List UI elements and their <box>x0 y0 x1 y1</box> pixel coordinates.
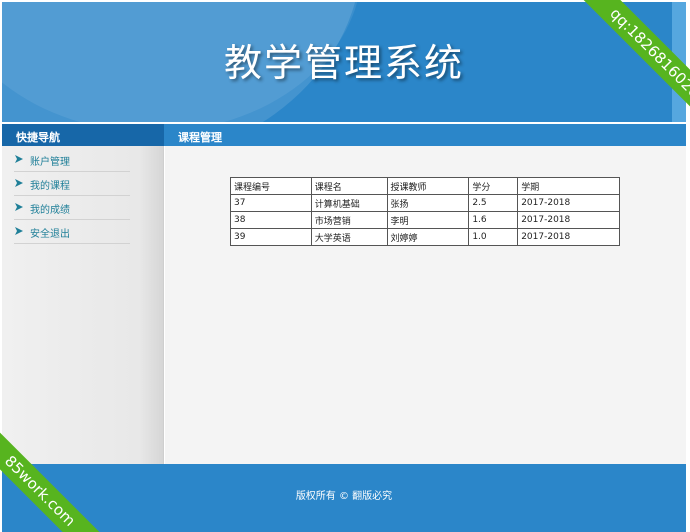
table-cell: 大学英语 <box>310 228 388 246</box>
main-content: 课程编号 课程名 授课教师 学分 学期 37 计算机基础 张扬 2.5 2017… <box>165 146 686 464</box>
site-title: 教学管理系统 <box>223 41 464 85</box>
table-cell: 计算机基础 <box>310 194 388 212</box>
header-banner: 教学管理系统 <box>2 2 686 122</box>
arrow-right-icon <box>15 203 23 211</box>
table-row: 37 计算机基础 张扬 2.5 2017-2018 <box>230 194 620 212</box>
arrow-right-icon <box>15 155 23 163</box>
table-header-row: 课程编号 课程名 授课教师 学分 学期 <box>230 177 620 195</box>
sidebar-item-logout[interactable]: 安全退出 <box>14 220 130 244</box>
column-header: 学分 <box>468 177 519 195</box>
table-cell: 刘婷婷 <box>386 228 470 246</box>
sidebar-item-my-courses[interactable]: 我的课程 <box>14 172 130 196</box>
table-cell: 1.6 <box>468 211 519 229</box>
table-row: 39 大学英语 刘婷婷 1.0 2017-2018 <box>230 228 620 246</box>
table-cell: 38 <box>230 211 312 229</box>
course-table: 课程编号 课程名 授课教师 学分 学期 37 计算机基础 张扬 2.5 2017… <box>230 177 620 246</box>
nav-bar: 快捷导航 课程管理 <box>2 124 686 146</box>
table-cell: 市场营销 <box>310 211 388 229</box>
sidebar-item-my-grades[interactable]: 我的成绩 <box>14 196 130 220</box>
table-cell: 张扬 <box>386 194 470 212</box>
column-header: 课程名 <box>310 177 388 195</box>
column-header: 课程编号 <box>230 177 312 195</box>
quick-nav-title: 快捷导航 <box>2 124 164 146</box>
sidebar-item-label: 我的课程 <box>30 181 70 192</box>
sidebar-item-label: 我的成绩 <box>30 205 70 216</box>
table-cell: 2017-2018 <box>517 228 620 246</box>
sidebar-item-label: 账户管理 <box>30 157 70 168</box>
table-cell: 李明 <box>386 211 470 229</box>
footer: 版权所有 © 翻版必究 <box>2 464 686 532</box>
page: 教学管理系统 快捷导航 课程管理 账户管理 我的课程 我的成绩 安全退出 课程编… <box>0 0 690 532</box>
table-cell: 2017-2018 <box>517 211 620 229</box>
table-cell: 37 <box>230 194 312 212</box>
table-row: 38 市场营销 李明 1.6 2017-2018 <box>230 211 620 229</box>
sidebar: 账户管理 我的课程 我的成绩 安全退出 <box>2 146 164 464</box>
section-title: 课程管理 <box>164 124 686 146</box>
table-cell: 2.5 <box>468 194 519 212</box>
table-cell: 1.0 <box>468 228 519 246</box>
table-cell: 39 <box>230 228 312 246</box>
sidebar-item-account[interactable]: 账户管理 <box>14 148 130 172</box>
column-header: 授课教师 <box>386 177 470 195</box>
arrow-right-icon <box>15 227 23 235</box>
column-header: 学期 <box>517 177 620 195</box>
arrow-right-icon <box>15 179 23 187</box>
sidebar-item-label: 安全退出 <box>30 229 70 240</box>
table-cell: 2017-2018 <box>517 194 620 212</box>
copyright-text: 版权所有 © 翻版必究 <box>295 491 393 502</box>
